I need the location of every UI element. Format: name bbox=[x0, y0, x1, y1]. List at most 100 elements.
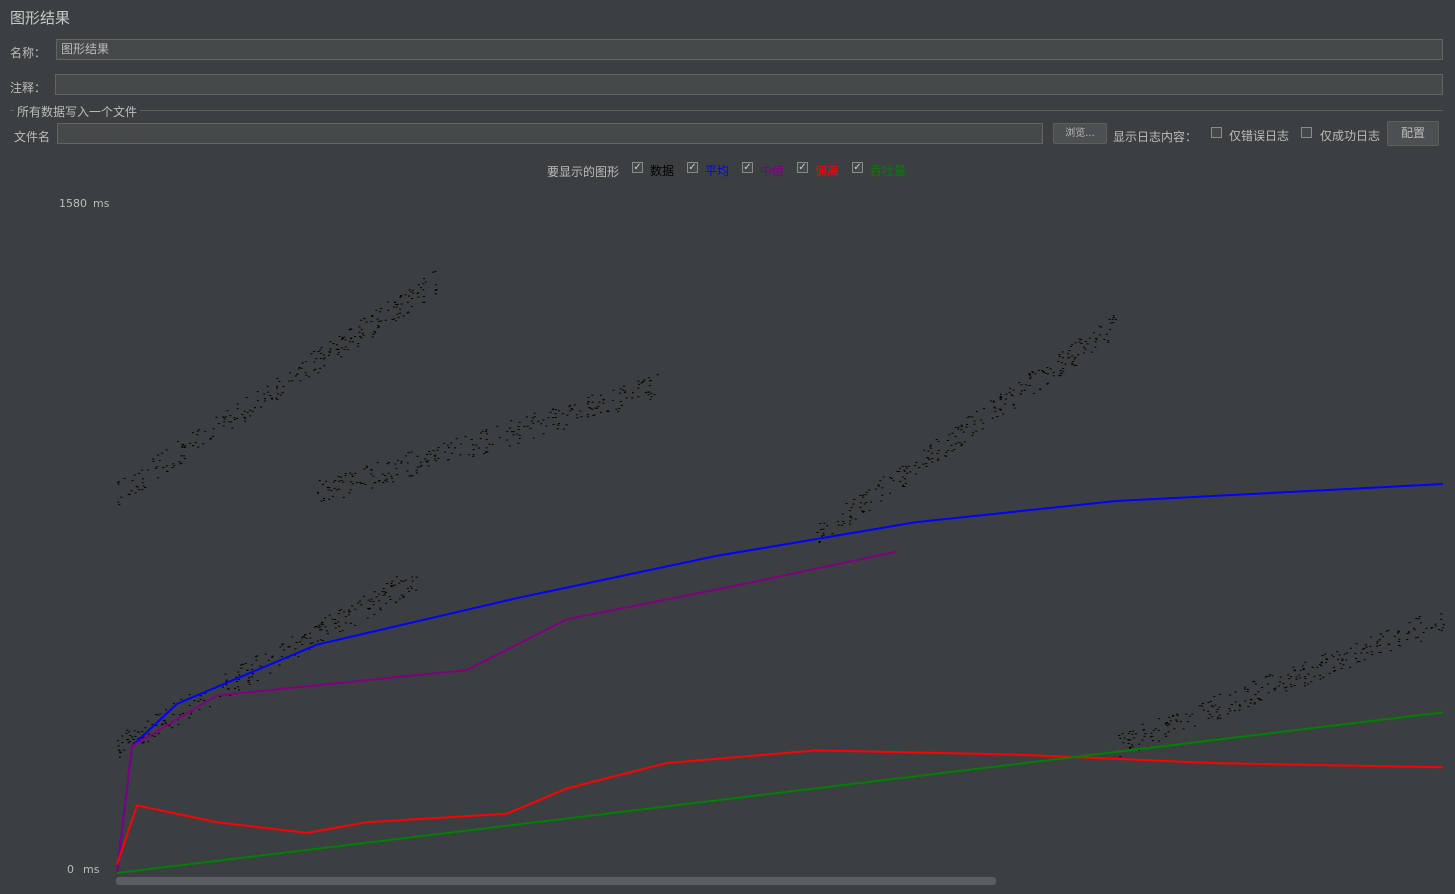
data-point bbox=[244, 663, 247, 665]
data-point bbox=[422, 301, 425, 303]
data-point bbox=[308, 376, 311, 378]
data-point bbox=[596, 407, 599, 409]
data-point bbox=[394, 463, 397, 465]
data-point bbox=[337, 613, 340, 615]
data-point bbox=[989, 400, 992, 402]
data-point bbox=[363, 468, 366, 470]
data-point bbox=[188, 694, 191, 696]
data-point bbox=[158, 460, 161, 462]
data-point bbox=[954, 436, 957, 438]
data-point bbox=[297, 368, 300, 370]
data-point bbox=[1202, 709, 1205, 711]
data-point bbox=[1330, 654, 1333, 656]
data-point bbox=[311, 642, 314, 644]
data-point bbox=[820, 529, 823, 531]
data-point bbox=[1152, 730, 1155, 732]
data-point bbox=[570, 408, 573, 410]
data-point bbox=[1157, 718, 1160, 720]
data-point bbox=[133, 730, 136, 732]
data-point bbox=[991, 417, 994, 419]
data-point bbox=[1143, 735, 1146, 737]
data-point bbox=[249, 415, 252, 417]
data-point bbox=[831, 533, 834, 535]
data-point bbox=[1092, 332, 1095, 334]
data-point bbox=[351, 483, 354, 485]
data-point bbox=[165, 465, 168, 467]
data-point bbox=[222, 417, 225, 419]
data-point bbox=[433, 455, 436, 457]
data-point bbox=[1175, 719, 1178, 721]
data-point bbox=[1209, 700, 1212, 702]
data-point bbox=[313, 351, 316, 353]
data-point bbox=[146, 720, 149, 722]
data-point bbox=[165, 709, 168, 711]
data-point bbox=[184, 445, 187, 447]
data-point bbox=[1288, 678, 1291, 680]
data-point bbox=[1089, 337, 1092, 339]
data-point bbox=[1129, 747, 1132, 749]
data-point bbox=[937, 458, 940, 460]
data-point bbox=[317, 350, 320, 352]
horizontal-scrollbar[interactable] bbox=[116, 877, 996, 885]
data-point bbox=[420, 464, 423, 466]
data-point bbox=[1345, 659, 1348, 661]
data-point bbox=[1254, 694, 1257, 696]
data-point bbox=[902, 476, 905, 478]
data-point bbox=[1253, 703, 1256, 705]
data-point bbox=[263, 393, 266, 395]
data-point bbox=[291, 636, 294, 638]
data-point bbox=[1075, 364, 1078, 366]
data-point bbox=[228, 421, 231, 423]
data-point bbox=[1039, 389, 1042, 391]
data-point bbox=[1169, 720, 1172, 722]
data-point bbox=[533, 412, 536, 414]
data-point bbox=[1440, 630, 1443, 632]
data-point bbox=[233, 417, 236, 419]
data-point bbox=[385, 602, 388, 604]
data-point bbox=[282, 643, 285, 645]
data-point bbox=[1440, 613, 1443, 615]
data-point bbox=[981, 428, 984, 430]
data-point bbox=[485, 429, 488, 431]
data-point bbox=[278, 380, 281, 382]
data-point bbox=[376, 318, 379, 320]
data-point bbox=[294, 648, 297, 650]
data-point bbox=[532, 437, 535, 439]
data-point bbox=[298, 366, 301, 368]
data-point bbox=[323, 499, 326, 501]
data-point bbox=[256, 391, 259, 393]
data-point bbox=[862, 511, 865, 513]
data-point bbox=[1257, 691, 1260, 693]
data-point bbox=[240, 667, 243, 669]
data-point bbox=[1253, 702, 1256, 704]
data-point bbox=[1176, 715, 1179, 717]
data-point bbox=[1080, 343, 1083, 345]
data-point bbox=[254, 407, 257, 409]
data-point bbox=[1062, 370, 1065, 372]
data-point bbox=[1287, 674, 1290, 676]
data-point bbox=[953, 448, 956, 450]
data-point bbox=[612, 389, 615, 391]
data-point bbox=[409, 291, 412, 293]
data-point bbox=[392, 306, 395, 308]
data-point bbox=[334, 619, 337, 621]
data-point bbox=[371, 315, 374, 317]
data-point bbox=[387, 301, 390, 303]
data-point bbox=[348, 341, 351, 343]
data-point bbox=[459, 454, 462, 456]
data-point bbox=[1074, 342, 1077, 344]
data-point bbox=[188, 442, 191, 444]
data-point bbox=[1031, 371, 1034, 373]
data-point bbox=[1018, 382, 1021, 384]
data-point bbox=[479, 438, 482, 440]
data-point bbox=[1028, 374, 1031, 376]
data-point bbox=[1037, 369, 1040, 371]
data-point bbox=[319, 349, 322, 351]
data-point bbox=[1052, 375, 1055, 377]
data-point bbox=[369, 600, 372, 602]
data-point bbox=[171, 727, 174, 729]
data-point bbox=[1138, 743, 1141, 745]
data-point bbox=[552, 408, 555, 410]
data-point bbox=[379, 311, 382, 313]
data-point bbox=[1111, 318, 1114, 320]
